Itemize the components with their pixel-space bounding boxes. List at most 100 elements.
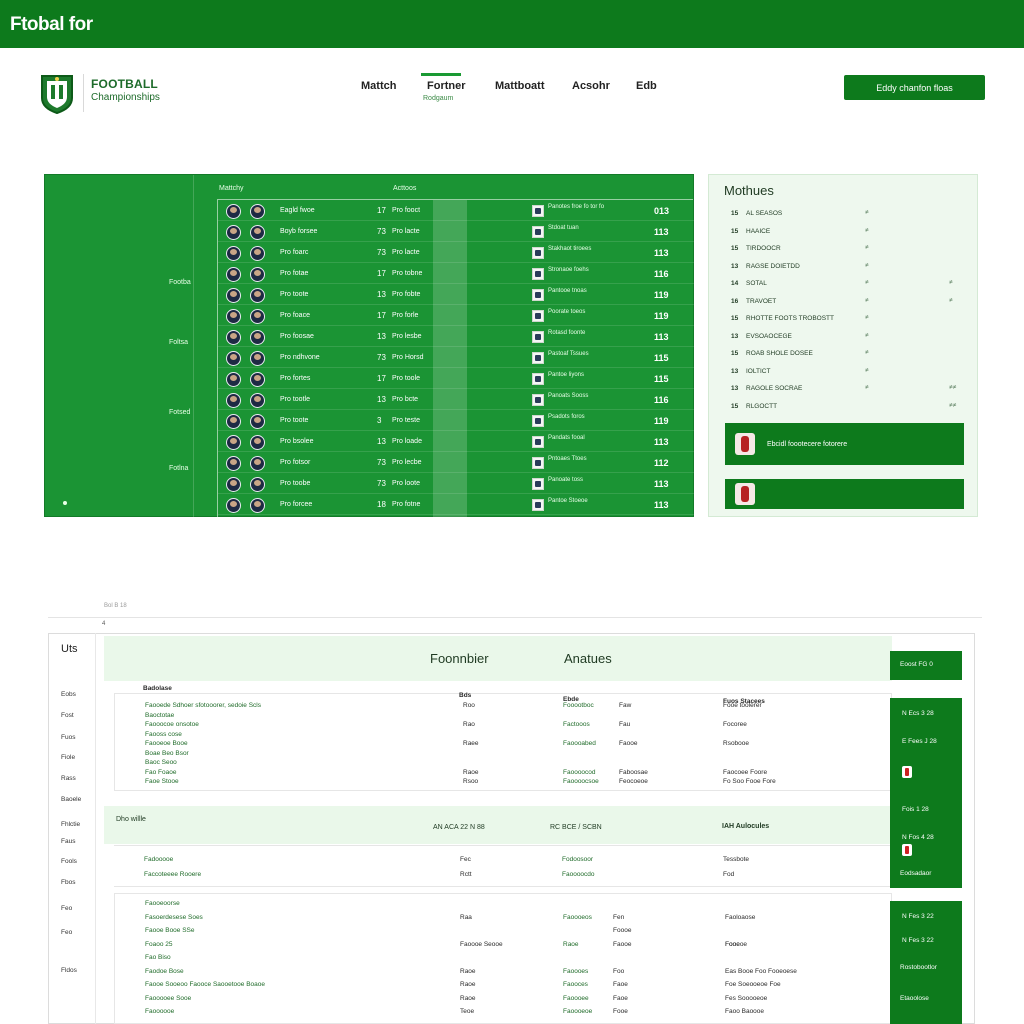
match-row[interactable]: Pro ndhvone 73 Pro Horsd Pastoaf Tssues 115 [218, 349, 694, 368]
match-code: Pro lesbe [392, 333, 422, 340]
match-row[interactable]: Pro fortes 17 Pro toole Pantoe liyons 115 [218, 370, 694, 389]
match-row[interactable]: Pro bsolee 13 Pro loade Pandats fooal 113 [218, 433, 694, 452]
sidebar-link[interactable]: Feo [61, 905, 72, 912]
match-row[interactable]: Pro fotsor 73 Pro lecbe Pntoaes Ttoes 112 [218, 454, 694, 473]
fixture-row[interactable]: 16 TRAVOET ≠ ≠ [731, 294, 971, 311]
table-cell: Feocoeoe [619, 778, 648, 785]
team-name: Pro tootle [280, 396, 310, 403]
sidebar-link[interactable]: Fiole [61, 754, 75, 761]
player-avatars [220, 392, 272, 409]
sidebar-link[interactable]: Baoele [61, 796, 81, 803]
player-avatar-icon [250, 435, 265, 450]
match-row[interactable]: Pro foace 17 Pro forle Poorate toeos 119 [218, 307, 694, 326]
fixture-row[interactable]: 13 RAGSE DOIETDD ≠ [731, 259, 971, 276]
player-avatars [220, 350, 272, 367]
player-thumbnail-icon [902, 844, 912, 856]
table-cell: Raa [460, 913, 472, 921]
logo-title: FOOTBALL [91, 77, 158, 91]
player-avatars [220, 266, 272, 283]
table-cell: Faccoteeee Rooere [144, 871, 202, 878]
sidebar-link[interactable]: Fost [61, 712, 74, 719]
nav-item-author[interactable]: Acsohr [572, 80, 610, 92]
table-cell: Faoloaose [725, 913, 756, 921]
fixture-row[interactable]: 15 AL SEASOS ≠ [731, 206, 971, 223]
match-number: 17 [377, 206, 386, 215]
rail-label: Foltsa [169, 339, 189, 346]
nav-item-matchboard[interactable]: Mattboatt [495, 80, 545, 92]
table-cell: Faooe [619, 740, 638, 747]
player-avatar-icon [250, 498, 265, 513]
cta-button[interactable]: Eddy chanfon floas [844, 75, 985, 100]
player-avatar-icon [226, 477, 241, 492]
team-name: Pro toobe [280, 480, 311, 487]
match-row[interactable]: Pro toobe 73 Pro loote Panoate toss 113 [218, 475, 694, 494]
team-flag-icon [532, 226, 544, 238]
fixture-mark: ≠ [865, 244, 869, 251]
player-avatar-icon [226, 267, 241, 282]
score-summary-text: Fois 1 28 [902, 806, 929, 813]
sidebar-link[interactable]: Fbos [61, 879, 75, 886]
player-avatar-icon [250, 288, 265, 303]
match-row[interactable]: Pro foarc 73 Pro lacte Stakhaot tiroees 113 [218, 244, 694, 263]
fixture-row[interactable]: 15 HAAICE ≠ [731, 224, 971, 241]
match-code: Pro tobne [392, 270, 423, 277]
sidebar-link[interactable]: Fools [61, 858, 77, 865]
table-cell: Faoooe Seooe [460, 940, 503, 948]
table-cell: Baoctotae [145, 711, 175, 719]
fixture-row[interactable]: 13 RAGOLE SOCRAE ≠ ≠≠ [731, 381, 971, 398]
score-summary-card[interactable]: N Fes 3 22 N Fes 3 22 Rostobootlor Etaoolos… [890, 901, 962, 1024]
player-avatar-icon [226, 372, 241, 387]
fixture-row[interactable]: 15 ROAB SHOLE DOSEE ≠ [731, 346, 971, 363]
player-thumbnail-icon [735, 433, 755, 455]
match-info: Panoate toss [548, 477, 584, 483]
sidebar-link[interactable]: Faus [61, 838, 75, 845]
player-avatar-icon [250, 351, 265, 366]
sidebar-link[interactable]: Fhlctie [61, 821, 80, 828]
nav-item-edb[interactable]: Edb [636, 80, 657, 92]
sidebar-link[interactable]: Fuos [61, 734, 75, 741]
sidebar-link[interactable]: Rass [61, 775, 76, 782]
match-info: Psadots foros [548, 414, 585, 420]
match-info: Pantoe Stoeoe [548, 498, 588, 504]
table-cell: Rao [463, 721, 475, 728]
nav-item-partner[interactable]: Fortner [427, 80, 466, 92]
sidebar-link[interactable]: Feo [61, 929, 72, 936]
match-info: Stronaoe foehs [548, 267, 589, 273]
player-avatars [220, 329, 272, 346]
promo-card-2[interactable] [725, 479, 964, 509]
logo-divider [83, 74, 84, 112]
match-row[interactable]: Pro forcee 18 Pro fotne Pantoe Stoeoe 113 [218, 496, 694, 515]
table-cell: Faooces [563, 981, 588, 988]
promo-card[interactable]: Ebcidl foootecere fotorere [725, 423, 964, 465]
match-score: 013 [654, 206, 670, 216]
fixture-row[interactable]: 15 TIRDOOCR ≠ [731, 241, 971, 258]
fixture-row[interactable]: 14 SOTAL ≠ ≠ [731, 276, 971, 293]
team-name: Pro fotsor [280, 459, 311, 466]
match-row[interactable]: Eagld fwoe 17 Pro fooct Panotes froe fo tor… [218, 202, 694, 221]
match-row[interactable]: Pro toote 13 Pro fobte Pantooe tnoas 119 [218, 286, 694, 305]
matches-grid: Eagld fwoe 17 Pro fooct Panotes froe fo tor… [217, 199, 694, 518]
sidebar-link[interactable]: Eobs [61, 691, 76, 698]
score-summary-card[interactable]: Eoost FG 0 [890, 651, 962, 680]
match-row[interactable]: Pro tootle 13 Pro bcte Panoats Sooss 116 [218, 391, 694, 410]
nav-item-match[interactable]: Mattch [361, 80, 396, 92]
player-avatars [220, 224, 272, 241]
club-crest-icon[interactable] [40, 72, 74, 114]
fixture-row[interactable]: 13 IOLTICT ≠ [731, 364, 971, 381]
match-row[interactable]: Boyb forsee 73 Pro lacte Stdoat tuan 113 [218, 223, 694, 242]
fixture-row[interactable]: 13 EVSOAOCEGE ≠ [731, 329, 971, 346]
sidebar-link[interactable]: Fldos [61, 967, 77, 974]
match-row[interactable]: Pro fotae 17 Pro tobne Stronaoe foehs 116 [218, 265, 694, 284]
score-summary-card[interactable]: N Ecs 3 28 E Fees J 28 Fois 1 28 N Fos 4 28… [890, 698, 962, 888]
fixture-row[interactable]: 15 RHOTTE FOOTS TROBOSTT ≠ [731, 311, 971, 328]
match-row[interactable]: Pro toote 3 Pro teste Psadots foros 119 [218, 412, 694, 431]
fixture-label: EVSOAOCEGE [746, 332, 792, 340]
match-info: Stakhaot tiroees [548, 246, 592, 252]
match-row[interactable]: Pro foosae 13 Pro lesbe Rotasd foonte 113 [218, 328, 694, 347]
nav-active-indicator [421, 73, 461, 76]
table-cell: Focoree [723, 721, 747, 728]
match-code: Pro lacte [392, 249, 420, 256]
fixture-row[interactable]: 15 RLGOCTT ≠≠ [731, 399, 971, 416]
player-avatars [220, 476, 272, 493]
player-avatar-icon [250, 372, 265, 387]
